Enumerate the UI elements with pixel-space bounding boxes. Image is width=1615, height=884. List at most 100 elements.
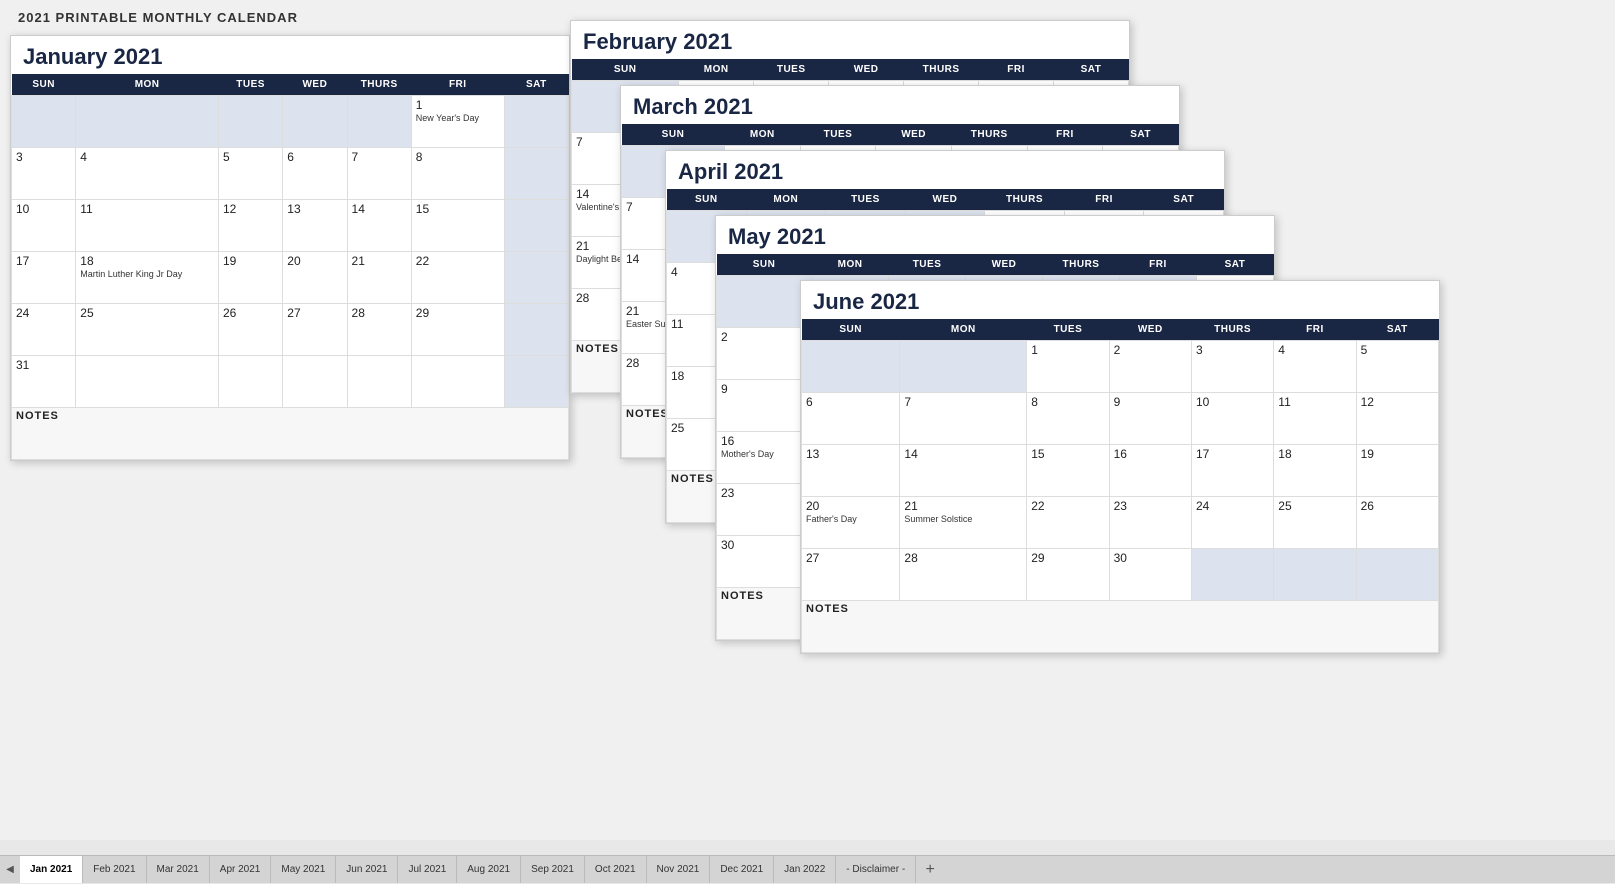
table-cell: 17	[12, 252, 76, 304]
table-cell: 27	[283, 304, 347, 356]
table-row: 20Father's Day 21Summer Solstice 22 23 2…	[802, 497, 1439, 549]
table-row: 3 4 5 6 7 8	[12, 148, 569, 200]
tab-jan-2021[interactable]: Jan 2021	[20, 856, 83, 883]
table-cell: 31	[12, 356, 76, 408]
table-cell: 2	[717, 328, 812, 380]
table-cell: 1	[1027, 341, 1109, 393]
table-cell	[219, 356, 283, 408]
col-thu: THURS	[347, 74, 411, 96]
table-cell	[347, 356, 411, 408]
table-row: 31	[12, 356, 569, 408]
tab-feb-2021[interactable]: Feb 2021	[83, 856, 146, 883]
table-cell: 19	[219, 252, 283, 304]
january-table: SUN MON TUES WED THURS FRI SAT 1New Year…	[11, 74, 569, 460]
table-cell: 1New Year's Day	[411, 96, 504, 148]
table-cell: 3	[1191, 341, 1273, 393]
table-cell	[76, 356, 219, 408]
tab-disclaimer[interactable]: - Disclaimer -	[836, 856, 916, 883]
table-cell: 13	[802, 445, 900, 497]
table-cell: 24	[12, 304, 76, 356]
table-cell	[411, 356, 504, 408]
table-cell: 7	[347, 148, 411, 200]
tab-jun-2021[interactable]: Jun 2021	[336, 856, 398, 883]
table-cell: 28	[900, 549, 1027, 601]
table-cell: 22	[1027, 497, 1109, 549]
table-cell	[283, 356, 347, 408]
table-cell: 16Mother's Day	[717, 432, 812, 484]
table-cell: 18Martin Luther King Jr Day	[76, 252, 219, 304]
table-cell: 5	[1356, 341, 1438, 393]
table-cell: 12	[219, 200, 283, 252]
col-wed: WED	[283, 74, 347, 96]
table-row: 1 2 3 4 5	[802, 341, 1439, 393]
tab-mar-2021[interactable]: Mar 2021	[147, 856, 210, 883]
january-title: January 2021	[11, 36, 569, 74]
col-mon: MON	[76, 74, 219, 96]
table-cell: 3	[12, 148, 76, 200]
table-cell	[504, 252, 568, 304]
table-cell	[76, 96, 219, 148]
tab-aug-2021[interactable]: Aug 2021	[457, 856, 521, 883]
table-cell: 8	[411, 148, 504, 200]
col-mon: MON	[679, 59, 754, 81]
table-cell: 6	[283, 148, 347, 200]
tab-jan-2022[interactable]: Jan 2022	[774, 856, 836, 883]
tab-bar: ◀ Jan 2021 Feb 2021 Mar 2021 Apr 2021 Ma…	[0, 855, 1615, 883]
table-cell	[1191, 549, 1273, 601]
february-title: February 2021	[571, 21, 1129, 59]
table-cell: 5	[219, 148, 283, 200]
table-row: 10 11 12 13 14 15	[12, 200, 569, 252]
table-cell	[219, 96, 283, 148]
table-cell: 27	[802, 549, 900, 601]
table-cell	[347, 96, 411, 148]
table-row: 27 28 29 30	[802, 549, 1439, 601]
tab-sep-2021[interactable]: Sep 2021	[521, 856, 585, 883]
april-title: April 2021	[666, 151, 1224, 189]
table-cell	[1356, 549, 1438, 601]
tab-oct-2021[interactable]: Oct 2021	[585, 856, 647, 883]
tab-may-2021[interactable]: May 2021	[271, 856, 336, 883]
col-tue: TUES	[219, 74, 283, 96]
table-cell: 12	[1356, 393, 1438, 445]
table-cell: 19	[1356, 445, 1438, 497]
table-cell: 29	[411, 304, 504, 356]
table-cell: 24	[1191, 497, 1273, 549]
col-sat: SAT	[1054, 59, 1129, 81]
table-cell	[504, 356, 568, 408]
main-area: 2021 PRINTABLE MONTHLY CALENDAR January …	[0, 0, 1615, 840]
col-wed: WED	[829, 59, 904, 81]
table-cell	[900, 341, 1027, 393]
tab-jul-2021[interactable]: Jul 2021	[398, 856, 457, 883]
table-cell: 29	[1027, 549, 1109, 601]
table-cell: 15	[411, 200, 504, 252]
table-cell	[12, 96, 76, 148]
table-cell: 25	[1274, 497, 1356, 549]
table-cell: 20	[283, 252, 347, 304]
col-fri: FRI	[979, 59, 1054, 81]
tab-dec-2021[interactable]: Dec 2021	[710, 856, 774, 883]
notes-label: NOTES	[12, 408, 569, 460]
table-cell: 11	[1274, 393, 1356, 445]
table-row: 17 18Martin Luther King Jr Day 19 20 21 …	[12, 252, 569, 304]
table-cell: 15	[1027, 445, 1109, 497]
table-cell	[504, 148, 568, 200]
tab-left-arrow[interactable]: ◀	[0, 856, 20, 884]
tab-nov-2021[interactable]: Nov 2021	[647, 856, 711, 883]
tab-add-button[interactable]: +	[916, 856, 944, 884]
table-cell	[717, 276, 812, 328]
table-cell: 23	[1109, 497, 1191, 549]
table-cell: 10	[12, 200, 76, 252]
col-sat: SAT	[504, 74, 568, 96]
table-cell	[504, 96, 568, 148]
tab-apr-2021[interactable]: Apr 2021	[210, 856, 272, 883]
notes-label: NOTES	[802, 601, 1439, 653]
table-cell: 10	[1191, 393, 1273, 445]
may-title: May 2021	[716, 216, 1274, 254]
table-cell	[504, 304, 568, 356]
table-cell: 14	[347, 200, 411, 252]
january-calendar: January 2021 SUN MON TUES WED THURS FRI …	[10, 35, 570, 461]
table-cell: 30	[717, 536, 812, 588]
table-cell: 9	[717, 380, 812, 432]
table-cell	[802, 341, 900, 393]
col-fri: FRI	[411, 74, 504, 96]
